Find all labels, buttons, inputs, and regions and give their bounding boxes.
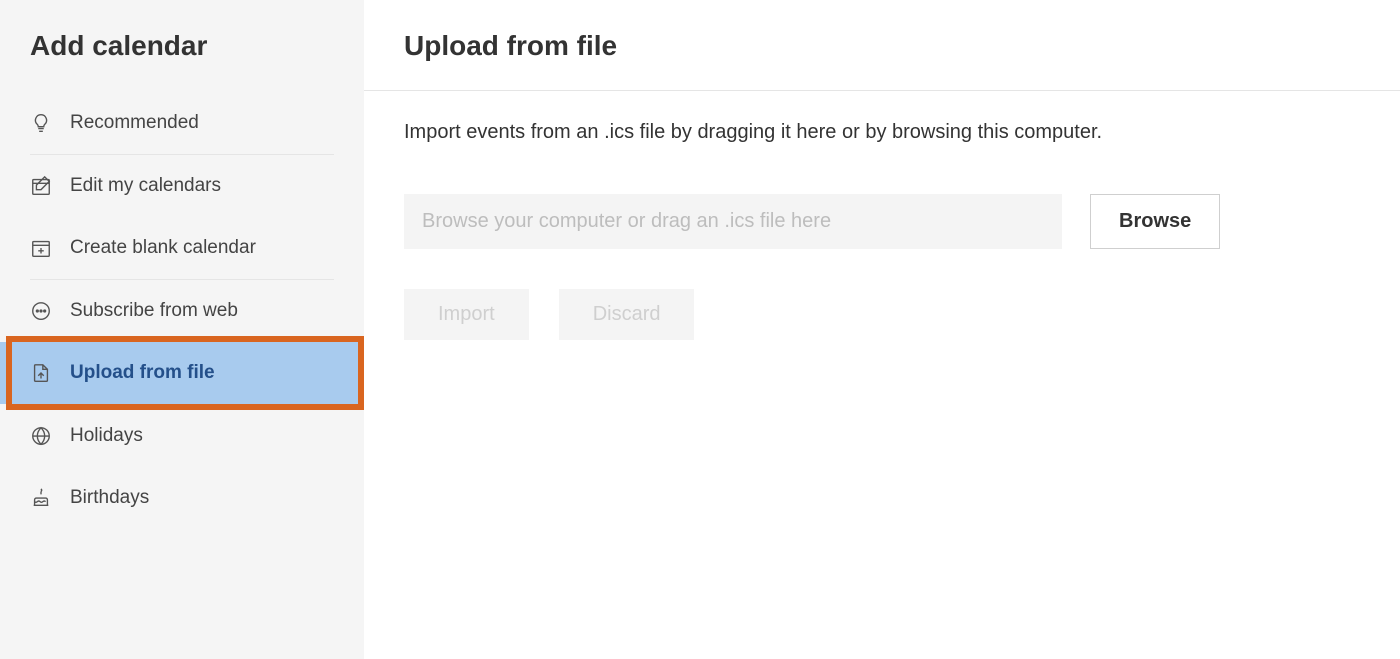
sidebar-item-birthdays[interactable]: Birthdays <box>30 467 334 529</box>
globe-icon <box>30 425 52 447</box>
sidebar-group: Holidays Birthdays <box>30 405 334 529</box>
upload-file-icon <box>30 362 52 384</box>
sidebar-item-create-blank[interactable]: Create blank calendar <box>30 217 334 279</box>
sidebar-item-edit-calendars[interactable]: Edit my calendars <box>30 155 334 217</box>
sidebar-item-label: Recommended <box>70 112 199 134</box>
file-row: Browse <box>404 194 1360 249</box>
sidebar-item-label: Birthdays <box>70 487 149 509</box>
main-panel: Upload from file Import events from an .… <box>364 0 1400 659</box>
subscribe-icon <box>30 300 52 322</box>
edit-calendar-icon <box>30 175 52 197</box>
divider <box>364 90 1400 91</box>
sidebar: Add calendar Recommended Edit my calenda… <box>0 0 364 659</box>
sidebar-item-label: Upload from file <box>70 362 215 384</box>
action-row: Import Discard <box>404 289 1360 340</box>
sidebar-item-upload-highlight: Upload from file <box>0 342 364 404</box>
sidebar-group: Subscribe from web Upload from file <box>30 280 334 405</box>
cake-icon <box>30 487 52 509</box>
discard-button[interactable]: Discard <box>559 289 695 340</box>
sidebar-item-holidays[interactable]: Holidays <box>30 405 334 467</box>
sidebar-item-subscribe-web[interactable]: Subscribe from web <box>30 280 334 342</box>
lightbulb-icon <box>30 112 52 134</box>
sidebar-group: Edit my calendars Create blank calendar <box>30 155 334 280</box>
import-button[interactable]: Import <box>404 289 529 340</box>
file-path-input[interactable] <box>404 194 1062 249</box>
instruction-text: Import events from an .ics file by dragg… <box>404 121 1360 144</box>
sidebar-item-label: Subscribe from web <box>70 300 238 322</box>
page-title: Upload from file <box>404 30 1360 90</box>
sidebar-item-label: Holidays <box>70 425 143 447</box>
sidebar-item-label: Edit my calendars <box>70 175 221 197</box>
sidebar-group: Recommended <box>30 92 334 155</box>
sidebar-item-label: Create blank calendar <box>70 237 256 259</box>
browse-button[interactable]: Browse <box>1090 194 1220 249</box>
sidebar-title: Add calendar <box>0 30 364 92</box>
blank-calendar-icon <box>30 237 52 259</box>
sidebar-item-upload-file[interactable]: Upload from file <box>0 342 364 404</box>
sidebar-item-recommended[interactable]: Recommended <box>30 92 334 154</box>
